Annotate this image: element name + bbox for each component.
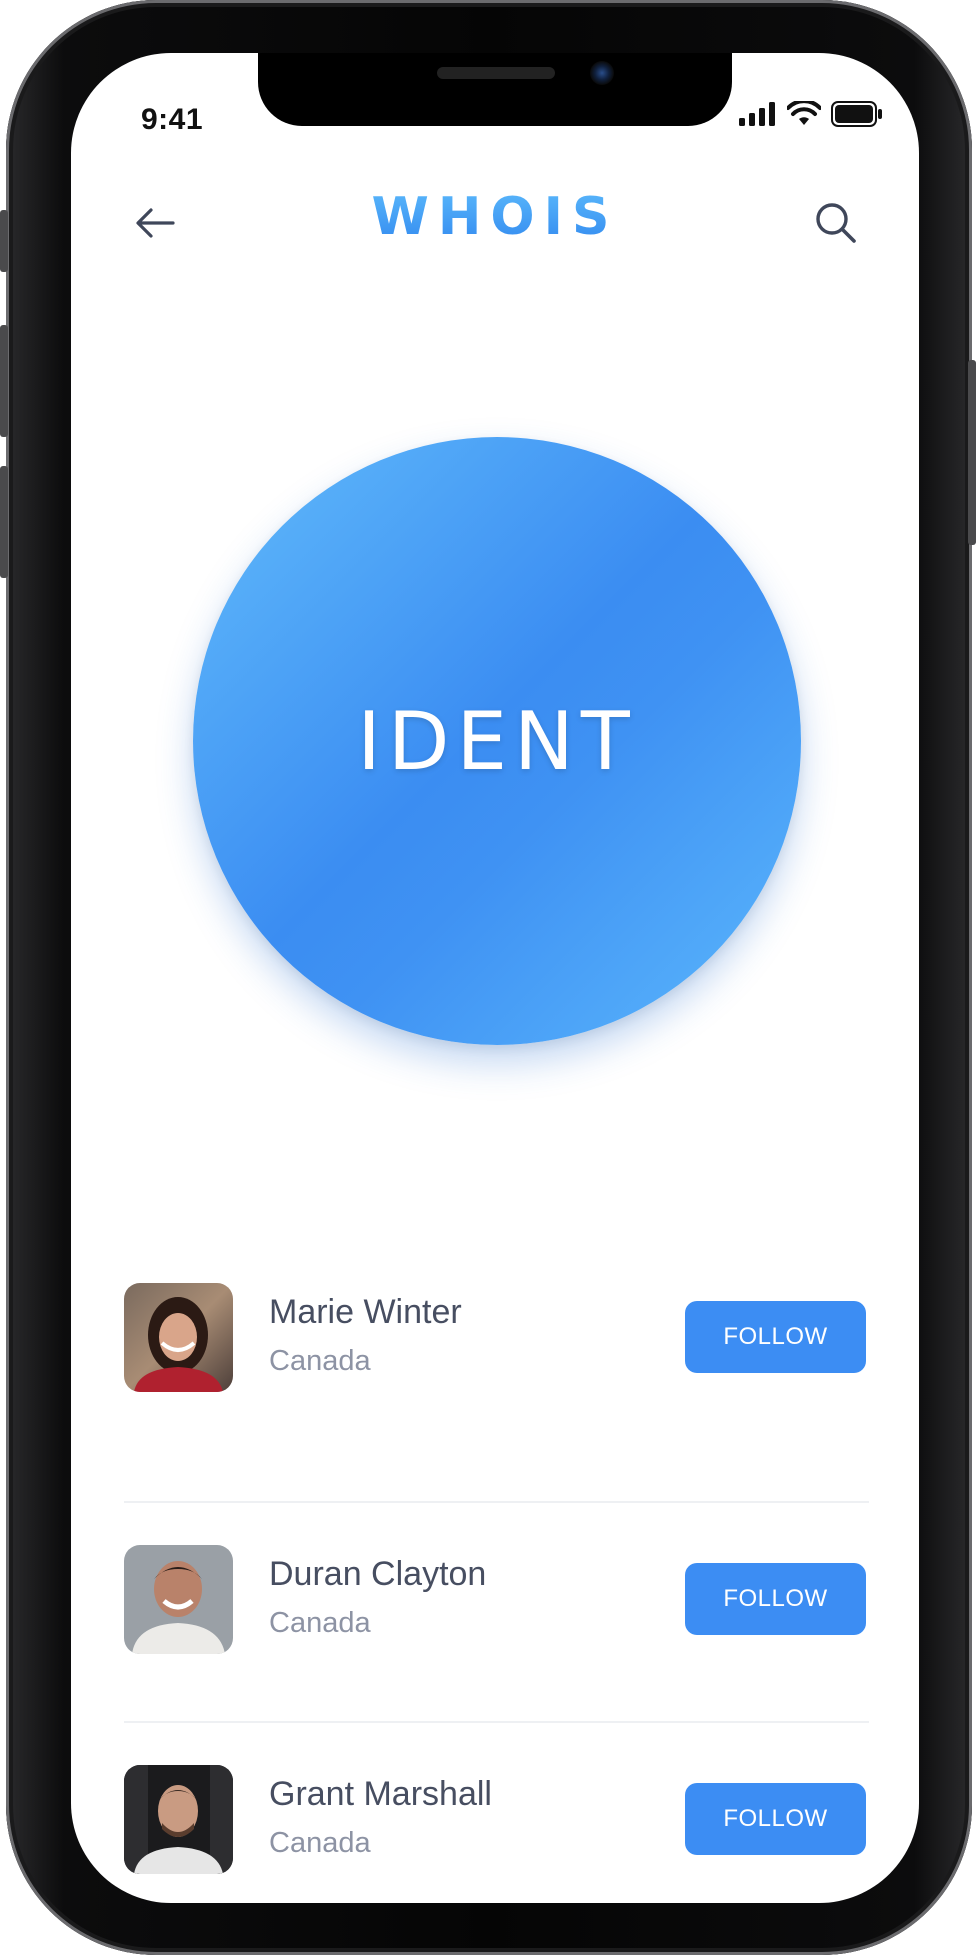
follow-button[interactable]: FOLLOW [685,1301,866,1373]
volume-up-button [0,325,8,437]
avatar [124,1765,233,1874]
list-item: Grant Marshall Canada FOLLOW [124,1721,869,1903]
top-nav: WHOIS [71,183,919,263]
avatar [124,1283,233,1392]
follow-button[interactable]: FOLLOW [685,1783,866,1855]
power-button [968,360,976,545]
list-item: Duran Clayton Canada FOLLOW [124,1501,869,1721]
brand-logo: WHOIS [71,187,919,247]
battery-icon [831,101,882,127]
volume-down-button [0,466,8,578]
person-name: Grant Marshall [269,1775,492,1813]
person-country: Canada [269,1345,371,1377]
people-list: Marie Winter Canada FOLLOW Duran Clayton… [124,1283,869,1903]
silent-switch [0,210,8,272]
notch [258,53,732,126]
phone-frame: 9:41 WHOIS IDENT Marie Winter Canada FOL… [0,0,976,1955]
person-country: Canada [269,1827,371,1859]
front-camera [590,61,614,85]
search-icon [816,203,856,243]
status-icons [739,101,883,127]
person-country: Canada [269,1607,371,1639]
wifi-icon [787,101,821,125]
list-item: Marie Winter Canada FOLLOW [124,1283,869,1501]
ident-label: IDENT [357,694,637,788]
follow-button[interactable]: FOLLOW [685,1563,866,1635]
person-name: Duran Clayton [269,1555,487,1593]
signal-icon [739,102,775,126]
person-name: Marie Winter [269,1293,462,1331]
search-button[interactable] [806,193,866,253]
screen: 9:41 WHOIS IDENT Marie Winter Canada FOL… [71,53,919,1903]
ident-button[interactable]: IDENT [193,437,801,1045]
speaker-grille [437,67,555,79]
status-time: 9:41 [141,103,204,136]
avatar [124,1545,233,1654]
